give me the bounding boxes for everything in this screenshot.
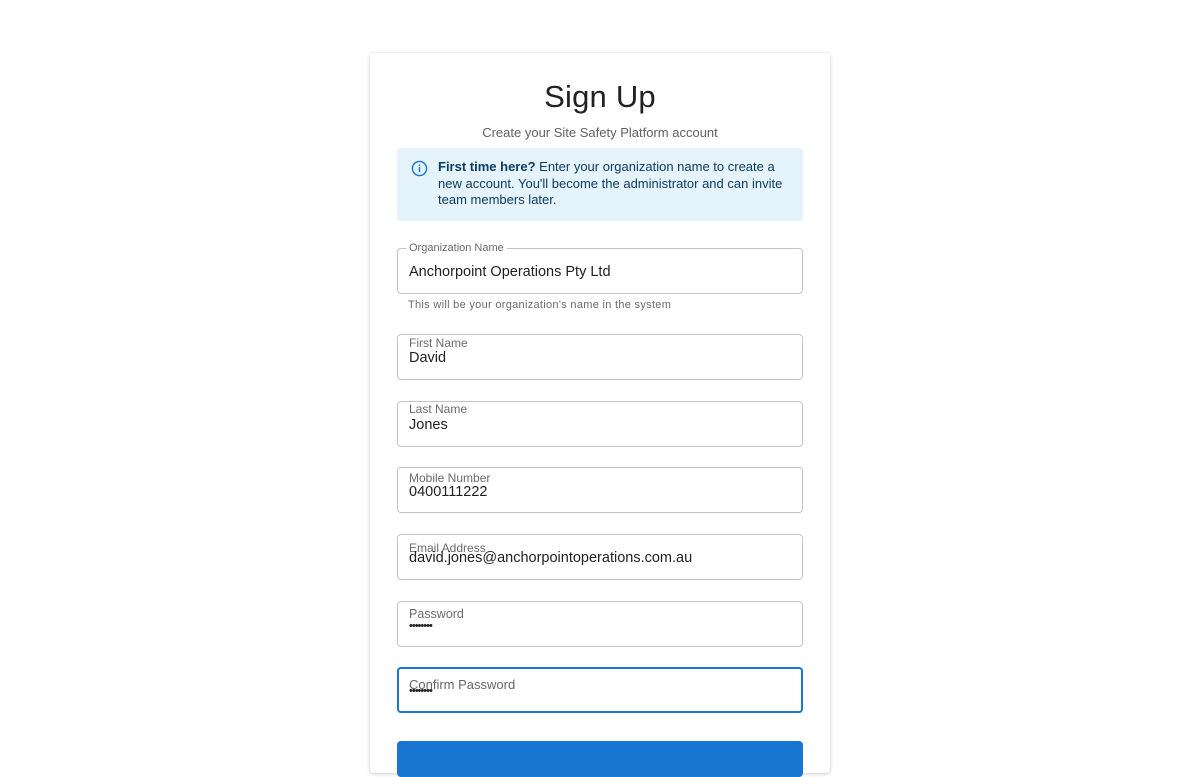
organization-name-field[interactable]: Organization Name Anchorpoint Operations… <box>397 241 803 294</box>
confirm-password-value[interactable]: •••••••• <box>409 682 433 700</box>
organization-name-helper: This will be your organization's name in… <box>408 299 672 311</box>
last-name-value[interactable]: Jones <box>409 416 448 434</box>
sign-up-button[interactable] <box>397 741 803 777</box>
info-bold-text: First time here? <box>438 159 536 174</box>
info-icon <box>411 160 428 177</box>
password-field[interactable]: Password •••••••• <box>397 601 803 647</box>
page-subtitle: Create your Site Safety Platform account <box>482 125 718 140</box>
email-address-value[interactable]: david.jones@anchorpointoperations.com.au <box>409 549 692 567</box>
first-name-value[interactable]: David <box>409 349 446 367</box>
mobile-number-field[interactable]: Mobile Number 0400111222 <box>397 467 803 513</box>
last-name-field[interactable]: Last Name Jones <box>397 401 803 447</box>
page-title: Sign Up <box>544 79 656 114</box>
info-banner: First time here? Enter your organization… <box>397 148 803 221</box>
first-name-field[interactable]: First Name David <box>397 334 803 380</box>
password-value[interactable]: •••••••• <box>409 617 433 635</box>
info-message: First time here? Enter your organization… <box>438 159 788 209</box>
organization-name-value[interactable]: Anchorpoint Operations Pty Ltd <box>409 263 611 281</box>
confirm-password-field[interactable]: Confirm Password •••••••• <box>397 667 803 713</box>
last-name-label: Last Name <box>409 402 468 416</box>
organization-name-label: Organization Name <box>406 241 507 255</box>
mobile-number-value[interactable]: 0400111222 <box>409 483 488 501</box>
email-address-field[interactable]: Email Address david.jones@anchorpointope… <box>397 534 803 580</box>
first-name-label: First Name <box>409 336 468 350</box>
